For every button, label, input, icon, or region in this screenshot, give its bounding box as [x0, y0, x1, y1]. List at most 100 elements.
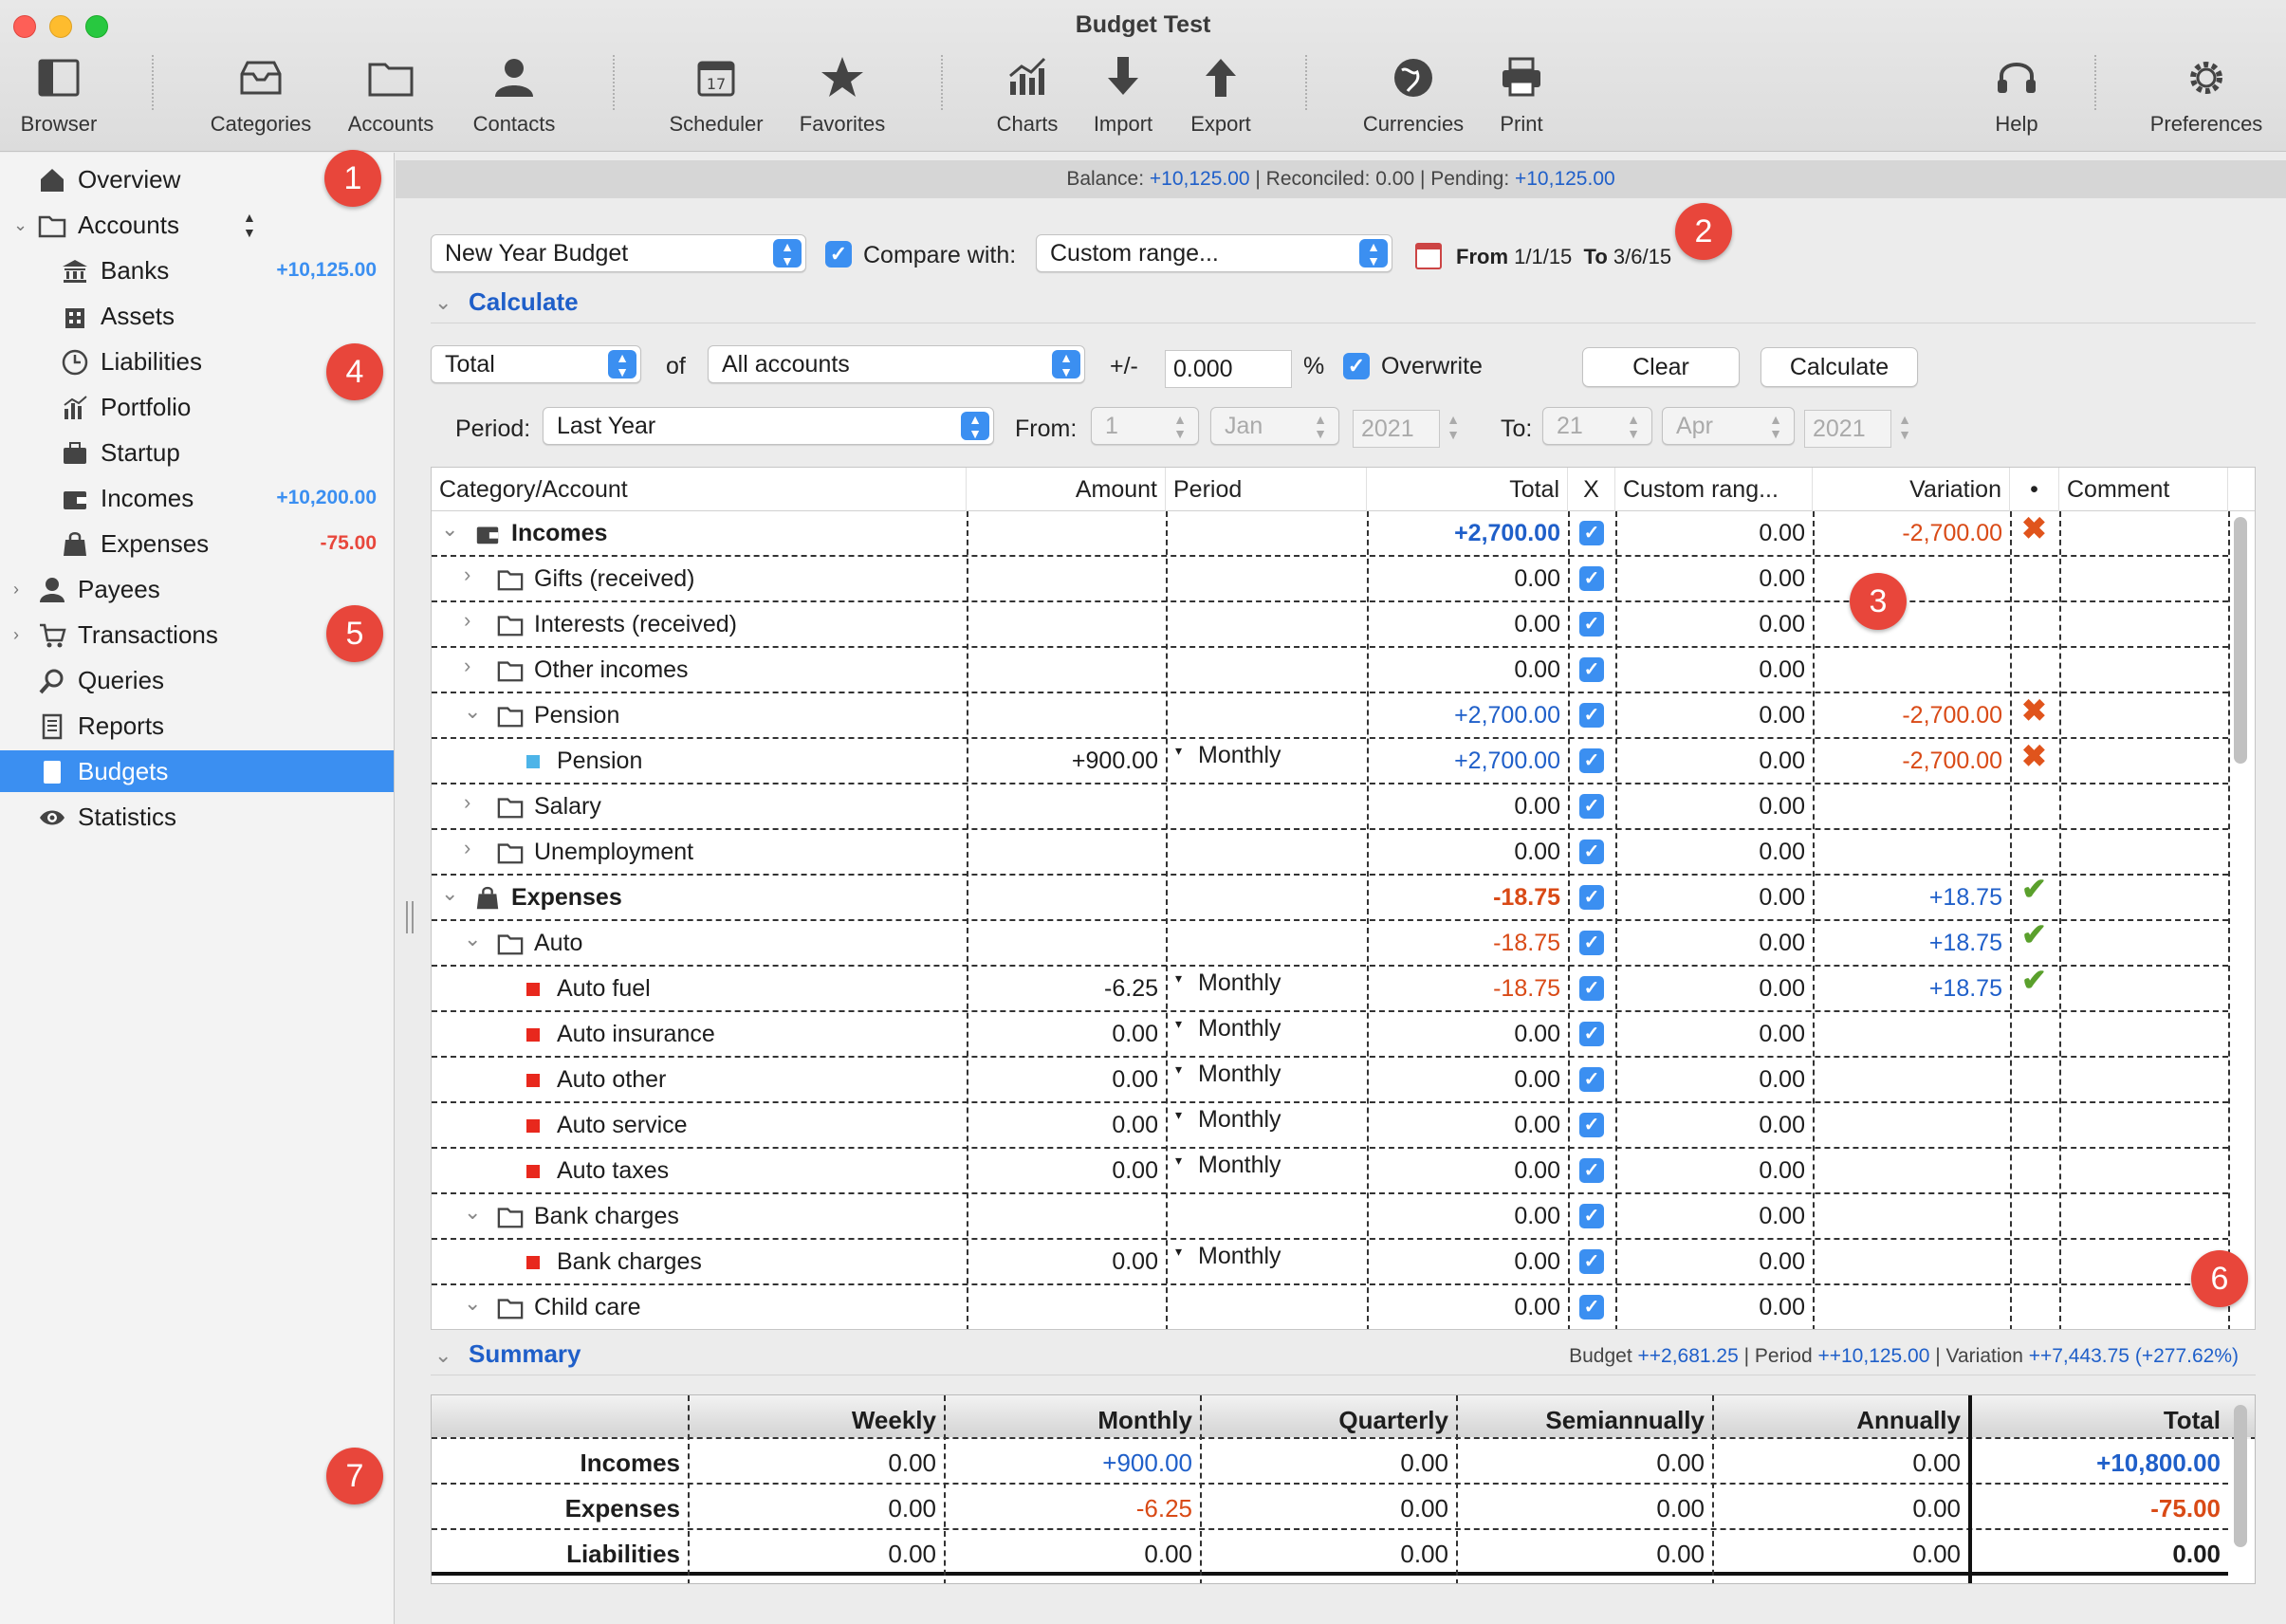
table-row[interactable]: Auto other 0.00 ▾ Monthly 0.00 ✓ 0.00 [432, 1058, 2228, 1103]
chevron-down-icon[interactable]: ⌄ [464, 699, 481, 724]
row-amount[interactable] [967, 511, 1166, 555]
row-include-checkbox[interactable]: ✓ [1579, 1158, 1604, 1183]
row-amount[interactable] [967, 602, 1166, 646]
period-menu-icon[interactable]: ▾ [1175, 1016, 1182, 1032]
sidebar-item-accounts[interactable]: ⌄ Accounts ▲ ▼ [0, 204, 394, 246]
row-include-checkbox[interactable]: ✓ [1579, 612, 1604, 637]
sidebar-item-startup[interactable]: Startup [0, 432, 394, 473]
row-amount[interactable] [967, 784, 1166, 828]
row-period[interactable]: Monthly [1190, 733, 1289, 777]
table-row[interactable]: ⌄ Auto -18.75 ✓ 0.00 +18.75 ✔ [432, 917, 2228, 967]
toolbar-print-button[interactable]: Print [1450, 53, 1593, 137]
compare-checkbox[interactable]: ✓ [825, 241, 852, 268]
toolbar-export-button[interactable]: Export [1150, 53, 1292, 137]
period-menu-icon[interactable]: ▾ [1175, 743, 1182, 759]
sidebar-item-expenses[interactable]: Expenses -75.00 [0, 523, 394, 564]
from-month-select[interactable]: Jan ▲ ▼ [1210, 407, 1339, 445]
row-include-checkbox[interactable]: ✓ [1579, 521, 1604, 545]
summary-column-header[interactable]: Semiannually [1456, 1395, 1712, 1439]
accounts-select[interactable]: All accounts ▲ ▼ [708, 345, 1085, 383]
chevron-right-icon[interactable]: › [464, 608, 470, 633]
chevron-down-icon[interactable]: ⌄ [464, 1200, 481, 1225]
calculate-mode-select[interactable]: Total ▲ ▼ [431, 345, 641, 383]
row-amount[interactable] [967, 693, 1166, 737]
splitter-handle[interactable] [406, 901, 414, 933]
from-day-select[interactable]: 1 ▲ ▼ [1091, 407, 1199, 445]
from-year-input[interactable]: 2021 [1353, 410, 1440, 448]
row-include-checkbox[interactable]: ✓ [1579, 1204, 1604, 1228]
column-header[interactable]: Custom rang... [1615, 468, 1813, 511]
table-row[interactable]: › Gifts (received) 0.00 ✓ 0.00 [432, 557, 2228, 602]
table-row[interactable]: ⌄ Bank charges 0.00 ✓ 0.00 [432, 1194, 2228, 1240]
row-amount[interactable] [967, 557, 1166, 600]
table-row[interactable]: ⌄ Expenses -18.75 ✓ 0.00 +18.75 ✔ [432, 872, 2228, 921]
table-row[interactable]: ⌄ Pension +2,700.00 ✓ 0.00 -2,700.00 ✖ [432, 693, 2228, 739]
period-menu-icon[interactable]: ▾ [1175, 1061, 1182, 1078]
row-period[interactable]: Monthly [1190, 1143, 1289, 1187]
row-include-checkbox[interactable]: ✓ [1579, 1113, 1604, 1137]
row-amount[interactable]: 0.00 [967, 1240, 1166, 1283]
toolbar-help-button[interactable]: Help [1945, 53, 2088, 137]
row-include-checkbox[interactable]: ✓ [1579, 794, 1604, 819]
toolbar-accounts-button[interactable]: Accounts [320, 53, 462, 137]
to-year-input[interactable]: 2021 [1804, 410, 1891, 448]
row-amount[interactable] [967, 876, 1166, 919]
budget-select[interactable]: New Year Budget ▲ ▼ [431, 234, 806, 272]
sidebar-item-statistics[interactable]: Statistics [0, 796, 394, 838]
table-row[interactable]: › Interests (received) 0.00 ✓ 0.00 [432, 602, 2228, 648]
row-period[interactable]: Monthly [1190, 1052, 1289, 1096]
row-amount[interactable] [967, 830, 1166, 874]
toolbar-preferences-button[interactable]: Preferences [2135, 53, 2277, 137]
overwrite-checkbox[interactable]: ✓ [1343, 353, 1370, 379]
row-include-checkbox[interactable]: ✓ [1579, 1067, 1604, 1092]
sidebar-item-reports[interactable]: Reports [0, 705, 394, 747]
column-header[interactable]: X [1568, 468, 1615, 511]
table-row[interactable]: Pension +900.00 ▾ Monthly +2,700.00 ✓ 0.00 -2,7… [432, 739, 2228, 784]
calculate-disclosure-icon[interactable]: ⌄ [434, 290, 452, 315]
sidebar-item-banks[interactable]: Banks +10,125.00 [0, 249, 394, 291]
from-year-stepper[interactable]: ▲ ▼ [1442, 408, 1465, 446]
column-header[interactable]: Total [1367, 468, 1568, 511]
chevron-down-icon[interactable]: ⌄ [464, 927, 481, 951]
chevron-right-icon[interactable]: › [464, 563, 470, 587]
table-row[interactable]: Bank charges 0.00 ▾ Monthly 0.00 ✓ 0.00 [432, 1240, 2228, 1285]
row-amount[interactable] [967, 648, 1166, 692]
to-day-select[interactable]: 21 ▲ ▼ [1542, 407, 1652, 445]
summary-disclosure-icon[interactable]: ⌄ [434, 1343, 452, 1368]
row-include-checkbox[interactable]: ✓ [1579, 931, 1604, 955]
row-include-checkbox[interactable]: ✓ [1579, 1022, 1604, 1046]
row-include-checkbox[interactable]: ✓ [1579, 885, 1604, 910]
summary-column-header[interactable]: Total [1968, 1395, 2228, 1439]
summary-column-header[interactable]: Quarterly [1200, 1395, 1456, 1439]
table-row[interactable]: › Salary 0.00 ✓ 0.00 [432, 784, 2228, 830]
row-include-checkbox[interactable]: ✓ [1579, 657, 1604, 682]
chevron-right-icon[interactable]: › [464, 654, 470, 678]
row-include-checkbox[interactable]: ✓ [1579, 840, 1604, 864]
row-include-checkbox[interactable]: ✓ [1579, 566, 1604, 591]
row-amount[interactable]: -6.25 [967, 967, 1166, 1010]
sort-stepper-icon[interactable]: ▲ ▼ [243, 210, 256, 240]
row-period[interactable]: Monthly [1190, 1098, 1289, 1141]
column-header[interactable]: Period [1166, 468, 1367, 511]
chevron-down-icon[interactable]: ⌄ [441, 517, 458, 542]
row-amount[interactable] [967, 921, 1166, 965]
toolbar-favorites-button[interactable]: Favorites [771, 53, 913, 137]
row-period[interactable]: Monthly [1190, 961, 1289, 1005]
compare-select[interactable]: Custom range... ▲ ▼ [1036, 234, 1392, 272]
toolbar-contacts-button[interactable]: Contacts [443, 53, 585, 137]
disclosure-icon[interactable]: › [13, 568, 19, 610]
column-header[interactable]: Comment [2059, 468, 2228, 511]
to-month-select[interactable]: Apr ▲ ▼ [1662, 407, 1795, 445]
row-amount[interactable] [967, 1194, 1166, 1238]
chevron-right-icon[interactable]: › [464, 836, 470, 860]
calendar-icon[interactable] [1415, 243, 1442, 269]
row-include-checkbox[interactable]: ✓ [1579, 703, 1604, 728]
toolbar-categories-button[interactable]: Categories [190, 53, 332, 137]
table-row[interactable]: ⌄ Incomes +2,700.00 ✓ 0.00 -2,700.00 ✖ [432, 511, 2228, 557]
table-row[interactable]: Auto taxes 0.00 ▾ Monthly 0.00 ✓ 0.00 [432, 1149, 2228, 1194]
sidebar-item-budgets[interactable]: Budgets [0, 750, 394, 792]
period-select[interactable]: Last Year ▲ ▼ [543, 407, 994, 445]
column-header[interactable]: Variation [1813, 468, 2010, 511]
chevron-down-icon[interactable]: ⌄ [441, 881, 458, 906]
table-scrollbar[interactable] [2234, 517, 2247, 764]
